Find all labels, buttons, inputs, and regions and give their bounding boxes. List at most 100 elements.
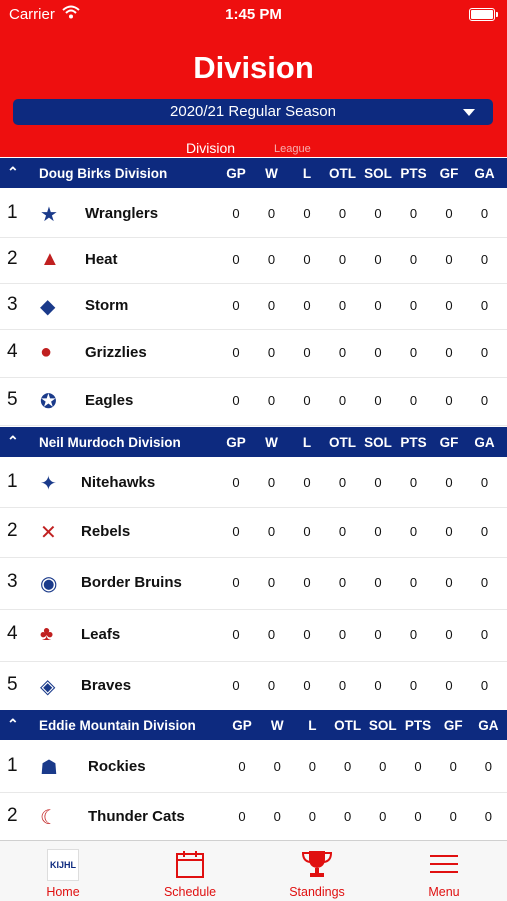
- stat-ga: 0: [480, 575, 489, 590]
- team-rank: 3: [7, 294, 18, 315]
- calendar-icon: [175, 849, 205, 882]
- stat-w: 0: [267, 252, 276, 267]
- stat-sol: 0: [374, 575, 382, 590]
- stat-pts: 0: [414, 809, 422, 824]
- stat-w: 0: [267, 475, 276, 490]
- team-name: Grizzlies: [85, 344, 147, 361]
- stat-ga: 0: [480, 345, 489, 360]
- stat-gp: 0: [232, 575, 240, 590]
- tab-division[interactable]: Division: [186, 140, 235, 156]
- division-name: Neil Murdoch Division: [39, 435, 181, 450]
- column-header-sol: SOL: [364, 166, 392, 181]
- season-label: 2020/21 Regular Season: [170, 103, 336, 120]
- stat-pts: 0: [409, 627, 418, 642]
- division-header[interactable]: ⌃ Neil Murdoch Division GP W L OTL SOL PTS GF GA: [0, 427, 507, 457]
- team-logo-icon: ★: [40, 204, 58, 226]
- stat-ga: 0: [484, 759, 492, 774]
- stat-pts: 0: [409, 206, 418, 221]
- stat-sol: 0: [374, 627, 382, 642]
- stat-gp: 0: [232, 475, 240, 490]
- stat-pts: 0: [409, 524, 418, 539]
- division-header[interactable]: ⌃ Eddie Mountain Division GP W L OTL SOL PTS GF G…: [0, 710, 507, 740]
- stat-l: 0: [303, 475, 311, 490]
- team-row[interactable]: 2 ☾ Thunder Cats 0 0 0 0 0 0 0 0: [0, 792, 507, 843]
- stat-ga: 0: [480, 206, 489, 221]
- team-row[interactable]: 3 ◉ Border Bruins 0 0 0 0 0 0 0 0: [0, 557, 507, 610]
- stat-w: 0: [267, 575, 276, 590]
- stat-gp: 0: [232, 627, 240, 642]
- division-header[interactable]: ⌃ Doug Birks Division GP W L OTL SOL PTS GF GA: [0, 158, 507, 188]
- team-rank: 4: [7, 623, 18, 644]
- team-logo-icon: ◈: [40, 676, 56, 698]
- column-header-pts: PTS: [400, 166, 427, 181]
- tab-league[interactable]: League: [274, 143, 311, 155]
- stat-l: 0: [308, 759, 316, 774]
- team-row[interactable]: 1 ✦ Nitehawks 0 0 0 0 0 0 0 0: [0, 459, 507, 508]
- team-row[interactable]: 2 ▲ Heat 0 0 0 0 0 0 0 0: [0, 237, 507, 284]
- stat-w: 0: [267, 627, 276, 642]
- stat-pts: 0: [409, 298, 418, 313]
- team-row[interactable]: 3 ◆ Storm 0 0 0 0 0 0 0 0: [0, 283, 507, 330]
- team-logo-icon: ♣: [40, 623, 54, 645]
- stat-l: 0: [308, 809, 316, 824]
- team-logo-icon: ●: [40, 341, 53, 363]
- team-name: Rockies: [88, 758, 146, 775]
- stat-gf: 0: [445, 575, 453, 590]
- stat-otl: 0: [338, 206, 347, 221]
- stat-gp: 0: [232, 345, 240, 360]
- page-title: Division: [193, 50, 314, 85]
- stat-gp: 0: [232, 206, 240, 221]
- column-header-pts: PTS: [404, 718, 432, 733]
- team-name: Wranglers: [85, 205, 159, 222]
- team-logo-icon: ☗: [40, 757, 58, 779]
- team-row[interactable]: 4 ♣ Leafs 0 0 0 0 0 0 0 0: [0, 609, 507, 662]
- team-name: Heat: [85, 251, 118, 268]
- tab-menu-label: Menu: [428, 885, 460, 899]
- tab-menu[interactable]: Menu: [381, 841, 507, 901]
- team-logo-icon: ◉: [40, 573, 58, 595]
- team-row[interactable]: 2 ✕ Rebels 0 0 0 0 0 0 0 0: [0, 507, 507, 558]
- column-header-gf: GF: [439, 166, 459, 181]
- team-rank: 4: [7, 341, 18, 362]
- stat-ga: 0: [480, 298, 489, 313]
- tab-home[interactable]: KIJHL Home: [0, 841, 126, 901]
- tab-standings[interactable]: Standings: [254, 841, 380, 901]
- stat-sol: 0: [374, 524, 382, 539]
- column-header-sol: SOL: [368, 718, 397, 733]
- season-selector[interactable]: 2020/21 Regular Season: [13, 99, 493, 125]
- stat-pts: 0: [409, 345, 418, 360]
- team-row[interactable]: 1 ☗ Rockies 0 0 0 0 0 0 0 0: [0, 742, 507, 793]
- stat-gf: 0: [445, 206, 453, 221]
- column-header-gp: GP: [226, 166, 246, 181]
- team-logo-icon: ◆: [40, 296, 56, 318]
- stat-ga: 0: [480, 678, 489, 693]
- column-header-gp: GP: [232, 718, 252, 733]
- status-bar: Carrier 1:45 PM: [0, 5, 507, 26]
- stat-l: 0: [303, 524, 311, 539]
- division-name: Doug Birks Division: [39, 166, 168, 181]
- column-header-l: L: [308, 718, 317, 733]
- tab-schedule[interactable]: Schedule: [127, 841, 253, 901]
- team-rank: 1: [7, 755, 18, 776]
- stat-ga: 0: [480, 524, 489, 539]
- tab-home-label: Home: [46, 885, 80, 899]
- battery-icon: [469, 8, 498, 21]
- stat-gf: 0: [445, 252, 453, 267]
- team-row[interactable]: 5 ✪ Eagles 0 0 0 0 0 0 0 0: [0, 377, 507, 426]
- stat-ga: 0: [484, 809, 492, 824]
- stat-pts: 0: [409, 575, 418, 590]
- column-header-l: L: [302, 435, 312, 450]
- stat-otl: 0: [338, 345, 347, 360]
- stat-sol: 0: [374, 475, 382, 490]
- column-header-l: L: [302, 166, 312, 181]
- team-row[interactable]: 1 ★ Wranglers 0 0 0 0 0 0 0 0: [0, 191, 507, 238]
- stat-w: 0: [267, 524, 276, 539]
- column-header-sol: SOL: [364, 435, 392, 450]
- team-rank: 3: [7, 571, 18, 592]
- team-row[interactable]: 4 ● Grizzlies 0 0 0 0 0 0 0 0: [0, 329, 507, 378]
- stat-gf: 0: [445, 475, 453, 490]
- team-row[interactable]: 5 ◈ Braves 0 0 0 0 0 0 0 0: [0, 661, 507, 712]
- stat-gf: 0: [445, 627, 453, 642]
- league-logo-icon: KIJHL: [47, 849, 79, 881]
- stat-w: 0: [267, 345, 276, 360]
